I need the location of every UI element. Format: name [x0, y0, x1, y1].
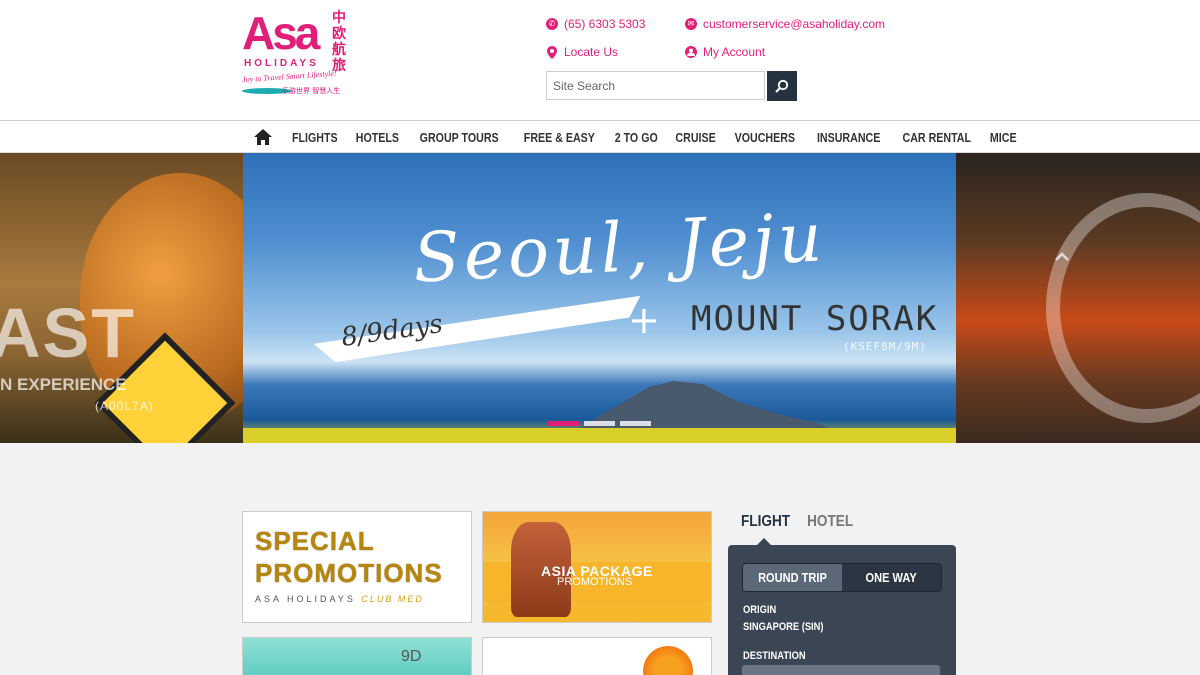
slide-left-subtitle: N EXPERIENCE	[0, 375, 127, 394]
nav-insurance[interactable]: INSURANCE	[808, 130, 888, 145]
asa-holidays-logo[interactable]: Asa 中欧航旅 HOLIDAYS Joy to Travel Smart Li…	[242, 8, 357, 98]
location-pin-icon	[546, 45, 558, 59]
special-promotions-card[interactable]: SPECIAL PROMOTIONS ASA HOLIDAYS CLUB MED	[242, 511, 472, 623]
destination-label: DESTINATION	[743, 650, 806, 662]
nav-mice[interactable]: MICE	[981, 130, 1024, 145]
slide-left-title: AST	[0, 294, 136, 372]
carousel-dot[interactable]	[620, 421, 651, 426]
my-account-link[interactable]: My Account	[685, 45, 765, 59]
script-letter-image	[1046, 193, 1200, 423]
teal-promo-card[interactable]: 9D	[242, 637, 472, 675]
locate-us-label: Locate Us	[564, 45, 619, 59]
email-contact[interactable]: ✉ customerservice@asaholiday.com	[685, 17, 885, 31]
slide-left-code: (A00L7A)	[95, 399, 154, 413]
one-way-button[interactable]: ONE WAY	[842, 564, 941, 591]
slide-previous[interactable]: AST N EXPERIENCE (A00L7A)	[0, 153, 280, 443]
logo-slogan: Joy to Travel Smart Lifestyle!	[241, 68, 337, 85]
logo-chinese: 中欧航旅	[332, 10, 346, 74]
logo-wordmark: Asa	[242, 7, 320, 59]
destination-input[interactable]	[742, 665, 940, 675]
promo-subtitle: ASA HOLIDAYS CLUB MED	[255, 594, 424, 604]
sun-promo-card[interactable]	[482, 637, 712, 675]
logo-holidays: HOLIDAYS	[244, 58, 319, 69]
promo-title-line2: PROMOTIONS	[255, 558, 443, 588]
nav-flights[interactable]: FLIGHTS	[284, 130, 346, 145]
home-icon[interactable]	[243, 121, 283, 153]
chevron-up-icon[interactable]	[1052, 247, 1072, 267]
email-address: customerservice@asaholiday.com	[703, 17, 886, 31]
nav-vouchers[interactable]: VOUCHERS	[726, 130, 803, 145]
phone-contact[interactable]: ✆ (65) 6303 5303	[546, 17, 645, 31]
email-icon: ✉	[685, 18, 697, 30]
promo-title-line1: SPECIAL	[255, 526, 375, 556]
tab-pointer	[757, 538, 771, 545]
tab-hotel[interactable]: HOTEL	[807, 513, 853, 531]
phone-icon: ✆	[546, 18, 558, 30]
sun-graphic	[643, 646, 693, 675]
slide-next[interactable]	[956, 153, 1200, 443]
round-trip-button[interactable]: ROUND TRIP	[743, 564, 842, 591]
tab-flight[interactable]: FLIGHT	[741, 513, 790, 531]
site-search-input[interactable]	[546, 71, 765, 100]
logo-slogan-chinese: 乐游世界 智慧人生	[282, 87, 341, 95]
nav-hotels[interactable]: HOTELS	[347, 130, 407, 145]
origin-value[interactable]: SINGAPORE (SIN)	[743, 621, 824, 633]
nav-cruise[interactable]: CRUISE	[667, 130, 724, 145]
main-nav: FLIGHTS HOTELS GROUP TOURS FREE & EASY 2…	[0, 120, 1200, 153]
carousel-dot[interactable]	[548, 421, 579, 426]
nav-group-tours[interactable]: GROUP TOURS	[412, 130, 507, 145]
phone-number: (65) 6303 5303	[564, 17, 646, 31]
nav-2-to-go[interactable]: 2 TO GO	[607, 130, 666, 145]
slide-title: Seoul, Jeju	[411, 198, 828, 299]
teal-card-text: 9D	[401, 648, 422, 665]
nav-car-rental[interactable]: CAR RENTAL	[894, 130, 979, 145]
origin-label: ORIGIN	[743, 604, 777, 616]
slide-current[interactable]: Seoul, Jeju 8/9days + MOUNT SORAK (KSEF8…	[243, 153, 956, 443]
hero-carousel: AST N EXPERIENCE (A00L7A) Seoul, Jeju 8/…	[0, 153, 1200, 443]
locate-us-link[interactable]: Locate Us	[546, 45, 618, 59]
slide-code: (KSEF8M/9M)	[843, 340, 927, 353]
search-icon	[775, 79, 789, 93]
flower-field-image	[243, 428, 956, 443]
booking-tabs: FLIGHT HOTEL	[741, 513, 853, 531]
site-header: Asa 中欧航旅 HOLIDAYS Joy to Travel Smart Li…	[0, 0, 1200, 120]
trip-type-toggle: ROUND TRIP ONE WAY	[742, 563, 942, 592]
slide-subtitle: MOUNT SORAK	[691, 299, 939, 339]
asia-subtitle: PROMOTIONS	[557, 576, 633, 588]
carousel-dot[interactable]	[584, 421, 615, 426]
carousel-indicators	[548, 421, 651, 426]
nav-free-easy[interactable]: FREE & EASY	[515, 130, 602, 145]
slide-plus: +	[628, 298, 660, 342]
asia-package-card[interactable]: ASIA PACKAGE PROMOTIONS	[482, 511, 712, 623]
search-button[interactable]	[767, 71, 797, 101]
user-icon	[685, 46, 697, 58]
my-account-label: My Account	[703, 45, 766, 59]
